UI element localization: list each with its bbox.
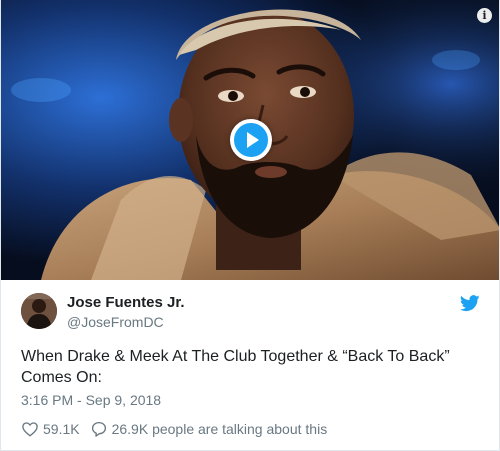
talking-count: 26.9K people are talking about this (111, 421, 328, 437)
avatar[interactable] (21, 293, 57, 329)
tweet-text: When Drake & Meek At The Club Together &… (21, 348, 450, 386)
tweet-timestamp[interactable]: 3:16 PM - Sep 9, 2018 (21, 392, 161, 408)
reply-conversation-link[interactable]: 26.9K people are talking about this (90, 420, 328, 438)
play-icon (247, 132, 259, 148)
like-count: 59.1K (43, 421, 80, 437)
speech-bubble-icon (91, 421, 106, 437)
avatar-image (21, 293, 57, 329)
tweet-actions: 59.1K 26.9K people are talking about thi… (21, 419, 327, 439)
like-button[interactable]: 59.1K (21, 420, 80, 438)
author-name[interactable]: Jose Fuentes Jr. (67, 294, 185, 311)
twitter-bird-icon[interactable] (460, 295, 480, 312)
author-handle[interactable]: @JoseFromDC (67, 314, 164, 330)
play-button[interactable] (230, 119, 272, 161)
video-thumbnail[interactable]: i (1, 0, 499, 280)
info-icon[interactable]: i (477, 8, 492, 23)
heart-icon (22, 422, 38, 437)
embedded-tweet-card: i Jose Fuentes Jr. @JoseFromDC When Drak… (0, 0, 500, 451)
tweet-author[interactable]: Jose Fuentes Jr. @JoseFromDC (21, 293, 481, 333)
